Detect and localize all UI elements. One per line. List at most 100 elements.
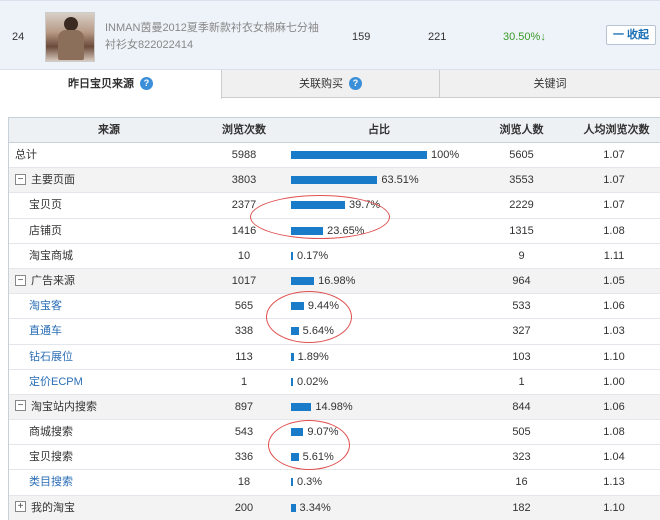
row-share: 1.89% xyxy=(289,345,489,369)
row-source[interactable]: 类目搜索 xyxy=(29,470,73,494)
row-share: 9.44% xyxy=(289,294,489,318)
collapse-button[interactable]: 一 收起 xyxy=(606,25,656,45)
table-row: 定价ECPM 1 0.02% 1 1.00 xyxy=(9,370,660,395)
row-visitors: 327 xyxy=(512,325,531,338)
row-source[interactable]: 淘宝客 xyxy=(29,294,62,318)
share-label: 16.98% xyxy=(318,274,356,287)
row-source-label: 我的淘宝 xyxy=(31,501,75,514)
share-label: 14.98% xyxy=(315,400,353,413)
share-label: 1.89% xyxy=(297,350,329,363)
share-label: 39.7% xyxy=(348,199,381,212)
row-visitors: 533 xyxy=(512,300,531,313)
row-source-label: 总计 xyxy=(15,149,37,161)
row-avg: 1.05 xyxy=(603,274,625,287)
table-row: 商城搜索 543 9.07% 505 1.08 xyxy=(9,420,660,446)
table-row: 类目搜索 18 0.3% 16 1.13 xyxy=(9,470,660,496)
header-share[interactable]: 占比 xyxy=(339,118,419,142)
row-share: 5.61% xyxy=(289,445,489,469)
row-avg: 1.07 xyxy=(603,149,625,161)
share-bar xyxy=(291,402,312,411)
row-source[interactable]: 钻石展位 xyxy=(29,345,73,369)
share-bar xyxy=(291,503,296,512)
expand-icon[interactable]: + xyxy=(15,501,26,513)
share-bar xyxy=(291,352,294,361)
header-views[interactable]: 浏览次数 xyxy=(209,118,279,142)
product-thumbnail[interactable] xyxy=(45,12,95,62)
source-table: 来源 浏览次数 占比 浏览人数 人均浏览次数 总计 5988 100% 5605 1.0… xyxy=(8,117,660,520)
header-visitors[interactable]: 浏览人数 xyxy=(494,118,549,142)
row-views: 18 xyxy=(237,476,251,489)
row-views: 1416 xyxy=(231,224,257,237)
row-visitors: 844 xyxy=(512,400,531,413)
tab-label: 昨日宝贝来源 xyxy=(68,78,134,90)
row-source-label: 淘宝站内搜索 xyxy=(31,400,97,413)
row-source-label: 淘宝客 xyxy=(29,300,62,313)
collapse-icon[interactable]: − xyxy=(15,400,26,412)
tab-label: 关键词 xyxy=(533,78,567,90)
row-views: 565 xyxy=(234,300,254,313)
row-views: 10 xyxy=(237,249,251,262)
share-label: 3.34% xyxy=(299,501,331,514)
table-row: 直通车 338 5.64% 327 1.03 xyxy=(9,319,660,345)
row-visitors: 16 xyxy=(515,476,528,489)
share-bar xyxy=(291,377,293,386)
share-bar xyxy=(291,428,304,437)
table-row: 宝贝搜索 336 5.61% 323 1.04 xyxy=(9,445,660,471)
collapse-icon[interactable]: − xyxy=(15,173,26,185)
product-metric-3: 30.50%↓ xyxy=(503,31,546,43)
row-source: + 我的淘宝 xyxy=(15,496,75,520)
row-share: 16.98% xyxy=(289,269,489,293)
share-label: 9.07% xyxy=(307,426,339,439)
row-views: 2377 xyxy=(231,199,257,212)
tab-yesterday-source[interactable]: 昨日宝贝来源? xyxy=(0,70,222,99)
table-row: 钻石展位 113 1.89% 103 1.10 xyxy=(9,345,660,370)
row-avg: 1.08 xyxy=(603,224,625,237)
row-source-label: 类目搜索 xyxy=(29,476,73,489)
row-visitors: 182 xyxy=(512,501,531,514)
row-views: 336 xyxy=(234,451,254,464)
help-icon[interactable]: ? xyxy=(349,76,362,90)
help-icon[interactable]: ? xyxy=(140,76,153,90)
share-bar xyxy=(291,327,299,336)
product-row: 24 INMAN茵曼2012夏季新款衬衣女棉麻七分袖衬衫女822022414 1… xyxy=(0,0,660,70)
table-row: 淘宝商城 10 0.17% 9 1.11 xyxy=(9,244,660,269)
tab-related-purchase[interactable]: 关联购买? xyxy=(222,70,440,98)
row-source-label: 直通车 xyxy=(29,325,62,338)
row-share: 9.07% xyxy=(289,420,489,444)
row-source[interactable]: 直通车 xyxy=(29,319,62,343)
row-source-label: 宝贝搜索 xyxy=(29,451,73,464)
row-avg: 1.03 xyxy=(603,325,625,338)
tab-keywords[interactable]: 关键词 xyxy=(440,70,660,98)
row-source-label: 钻石展位 xyxy=(29,350,73,363)
row-visitors: 3553 xyxy=(509,174,534,187)
row-share: 100% xyxy=(289,143,489,167)
row-share: 0.02% xyxy=(289,370,489,394)
table-row: − 主要页面 3803 63.51% 3553 1.07 xyxy=(9,168,660,194)
row-share: 3.34% xyxy=(289,496,489,520)
row-views: 113 xyxy=(235,350,253,363)
header-avg[interactable]: 人均浏览次数 xyxy=(579,118,654,142)
row-visitors: 1 xyxy=(518,375,525,388)
row-share: 14.98% xyxy=(289,395,489,419)
row-visitors: 1315 xyxy=(509,224,534,237)
row-source[interactable]: 定价ECPM xyxy=(29,370,83,394)
row-source: − 淘宝站内搜索 xyxy=(15,395,97,419)
row-share: 5.64% xyxy=(289,319,489,343)
row-source-label: 淘宝商城 xyxy=(29,249,73,262)
table-header: 来源 浏览次数 占比 浏览人数 人均浏览次数 xyxy=(9,118,660,143)
product-title[interactable]: INMAN茵曼2012夏季新款衬衣女棉麻七分袖衬衫女822022414 xyxy=(105,20,320,54)
table-row: − 淘宝站内搜索 897 14.98% 844 1.06 xyxy=(9,394,660,421)
share-bar xyxy=(291,201,345,210)
table-row: 店铺页 1416 23.65% 1315 1.08 xyxy=(9,219,660,244)
share-label: 100% xyxy=(431,149,460,161)
row-source: 总计 xyxy=(15,143,37,167)
row-avg: 1.06 xyxy=(603,300,625,313)
product-metric-2: 221 xyxy=(428,31,447,43)
share-bar xyxy=(291,251,293,260)
tab-bar: 昨日宝贝来源? 关联购买? 关键词 xyxy=(0,70,660,99)
share-label: 9.44% xyxy=(307,300,340,313)
collapse-icon[interactable]: − xyxy=(15,274,26,286)
row-avg: 1.00 xyxy=(603,375,625,388)
table-row: 淘宝客 565 9.44% 533 1.06 xyxy=(9,294,660,320)
header-source[interactable]: 来源 xyxy=(9,118,209,142)
